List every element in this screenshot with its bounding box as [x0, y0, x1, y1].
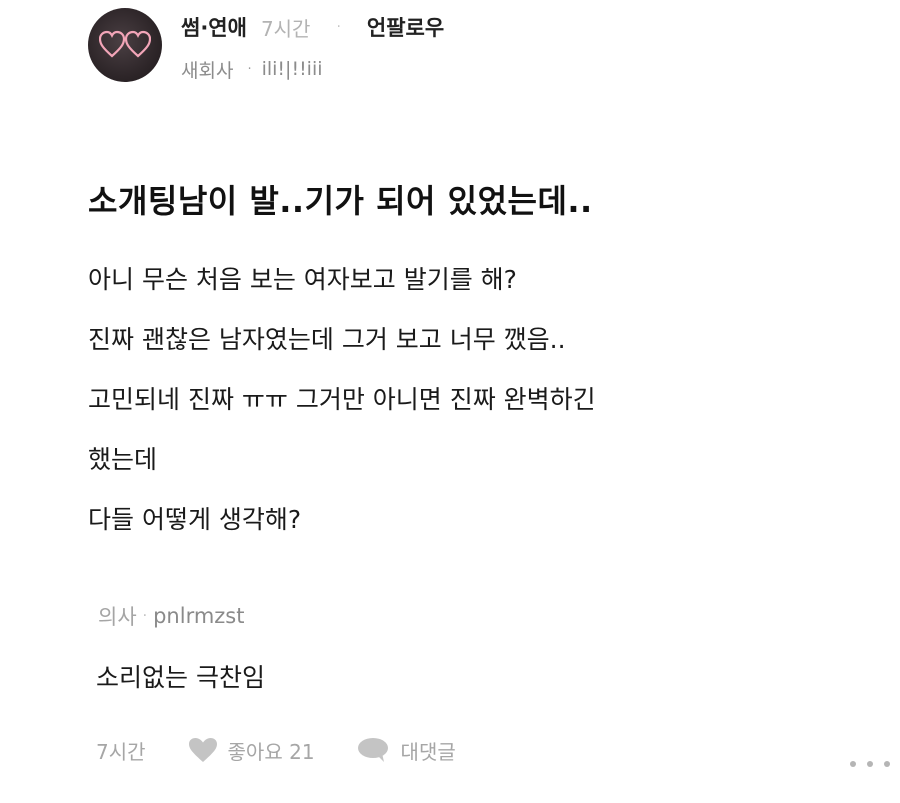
author-job: 새회사 — [181, 59, 234, 82]
comment-username[interactable]: pnlrmzst — [153, 604, 244, 628]
post-header: 썸·연애 7시간 · 언팔로우 새회사 · ili!|!!iii — [88, 8, 868, 88]
meta-separator: · — [336, 19, 341, 35]
comment-separator: · — [142, 608, 148, 624]
like-button[interactable]: 좋아요 21 — [188, 736, 315, 765]
author-separator: · — [247, 61, 252, 77]
post-title: 소개팅남이 발..기가 되어 있었는데.. — [88, 182, 593, 220]
post-body-line: 했는데 — [88, 445, 158, 474]
author-name[interactable]: ili!|!!iii — [262, 58, 323, 80]
comment-text: 소리없는 극찬임 — [96, 663, 265, 692]
avatar[interactable] — [88, 8, 162, 82]
post-body-line: 진짜 괜찮은 남자였는데 그거 보고 너무 깼음.. — [88, 325, 566, 354]
more-dots-icon[interactable] — [850, 754, 890, 774]
post-body: 아니 무슨 처음 보는 여자보고 발기를 해? 진짜 괜찮은 남자였는데 그거 … — [88, 250, 868, 550]
comment-time: 7시간 — [96, 739, 146, 764]
more-dot — [850, 761, 856, 767]
post-author: 새회사 · ili!|!!iii — [181, 55, 323, 83]
reply-label: 대댓글 — [400, 739, 456, 764]
unfollow-button[interactable]: 언팔로우 — [367, 12, 444, 42]
comment-actions: 7시간 좋아요 21 대댓글 — [96, 733, 456, 767]
post-body-line: 아니 무슨 처음 보는 여자보고 발기를 해? — [88, 265, 517, 294]
post-time: 7시간 — [260, 16, 311, 41]
heart-icon — [188, 737, 218, 763]
more-dot — [884, 761, 890, 767]
comment-author-job: 의사 — [98, 605, 137, 629]
post-meta-top: 썸·연애 7시간 · 언팔로우 — [181, 12, 444, 42]
comment-meta: 의사 · pnlrmzst — [98, 600, 245, 632]
post-body-line: 다들 어떻게 생각해? — [88, 505, 302, 534]
post-category[interactable]: 썸·연애 — [181, 12, 247, 42]
reply-button[interactable]: 대댓글 — [357, 736, 456, 765]
post-body-line: 고민되네 진짜 ㅠㅠ 그거만 아니면 진짜 완벽하긴 — [88, 385, 596, 414]
speech-bubble-icon — [357, 737, 389, 763]
like-count-label: 좋아요 21 — [227, 739, 315, 764]
more-dot — [867, 761, 873, 767]
pink-hearts-neon-icon — [99, 30, 151, 58]
